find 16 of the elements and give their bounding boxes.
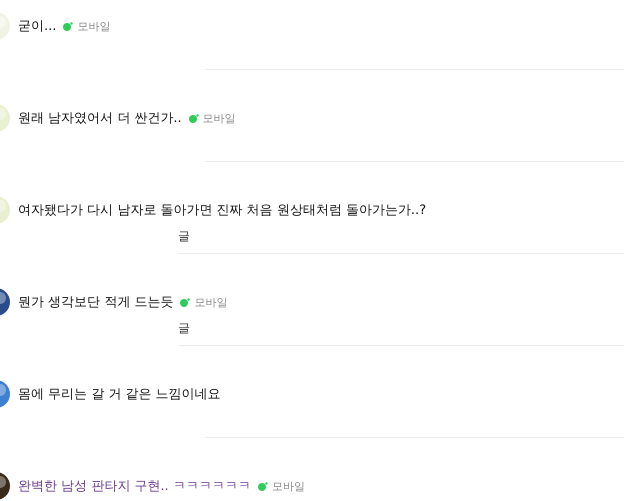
comment-text[interactable]: 굳이... (18, 17, 56, 35)
comment-text[interactable]: 뭔가 생각보단 적게 드는듯 (18, 293, 174, 311)
comment-text[interactable]: 완벽한 남성 판타지 구현.. ㅋㅋㅋㅋㅋㅋ (18, 477, 251, 495)
mobile-icon (180, 298, 190, 306)
comment-text[interactable]: 원래 남자였어서 더 싼건가.. (18, 109, 182, 127)
mobile-icon (63, 22, 74, 30)
mobile-label: 모바일 (194, 294, 228, 310)
mobile-label: 모바일 (272, 478, 305, 494)
reply-link[interactable]: 글 (178, 320, 190, 337)
comment-text[interactable]: 몸에 무리는 갈 거 같은 느낌이네요 (18, 385, 221, 403)
reply-link[interactable]: 글 (178, 228, 190, 245)
comment-text[interactable]: 여자됐다가 다시 남자로 돌아가면 진짜 처음 원상태처럼 돌아가는가..? (18, 201, 426, 219)
mobile-icon (258, 482, 268, 490)
mobile-label: 모바일 (77, 18, 110, 34)
mobile-icon (188, 114, 199, 122)
mobile-label: 모바일 (202, 110, 236, 126)
